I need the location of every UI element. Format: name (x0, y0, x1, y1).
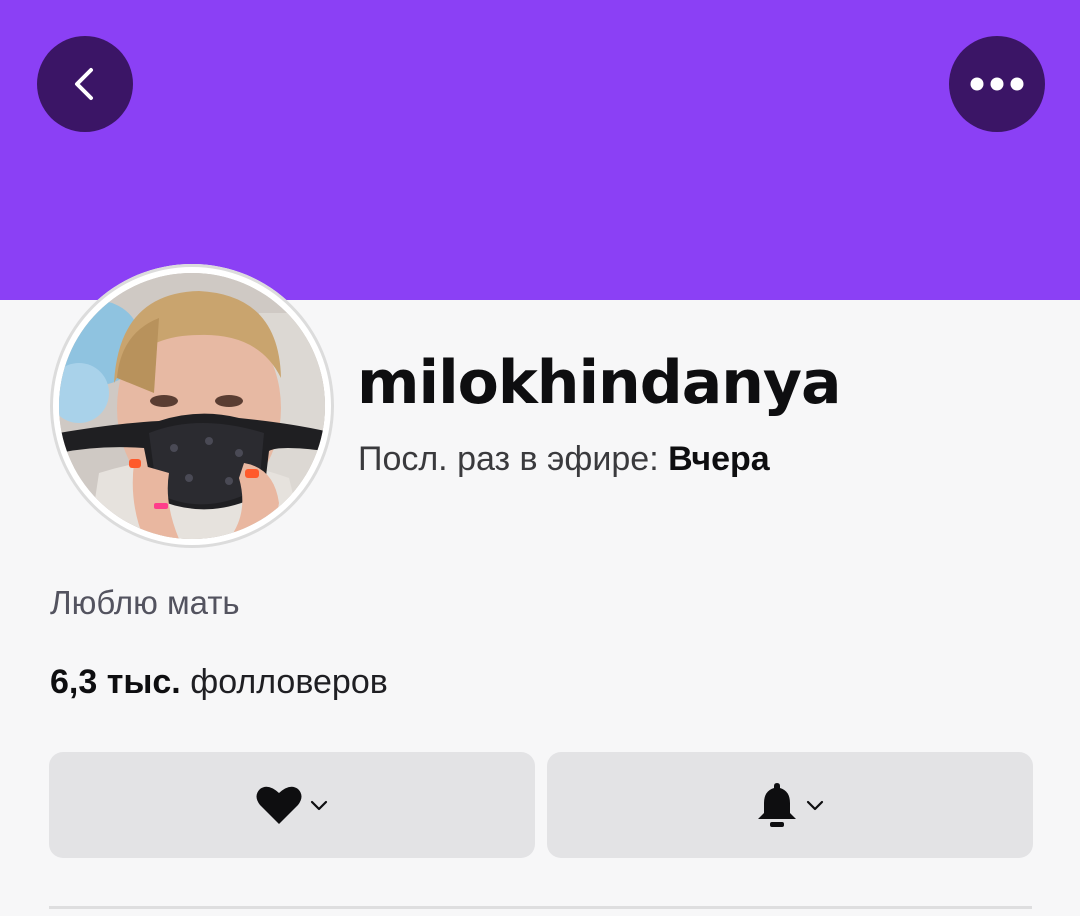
channel-username: milokhindanya (357, 348, 842, 418)
last-live-label: Посл. раз в эфире: (358, 440, 659, 478)
avatar[interactable] (50, 264, 334, 548)
followers-count[interactable]: 6,3 тыс. фолловеров (50, 663, 388, 702)
last-live-value: Вчера (668, 440, 770, 478)
channel-profile-screen: milokhindanya Посл. раз в эфире: Вчера Л… (0, 0, 1080, 916)
followers-label: фолловеров (190, 663, 388, 701)
more-dots-icon (970, 77, 1024, 91)
profile-banner (0, 0, 1080, 300)
chevron-down-icon (806, 800, 824, 811)
section-divider (49, 906, 1032, 909)
back-button[interactable] (37, 36, 133, 132)
avatar-image (59, 273, 325, 539)
notifications-button[interactable] (547, 752, 1033, 858)
followers-number: 6,3 тыс. (50, 663, 181, 701)
more-options-button[interactable] (949, 36, 1045, 132)
bell-icon (758, 783, 796, 827)
chevron-down-icon (310, 800, 328, 811)
last-live-status: Посл. раз в эфире: Вчера (358, 440, 770, 479)
channel-bio: Люблю мать (50, 584, 240, 621)
heart-icon (256, 786, 302, 824)
follow-button[interactable] (49, 752, 535, 858)
chevron-left-icon (75, 68, 93, 100)
